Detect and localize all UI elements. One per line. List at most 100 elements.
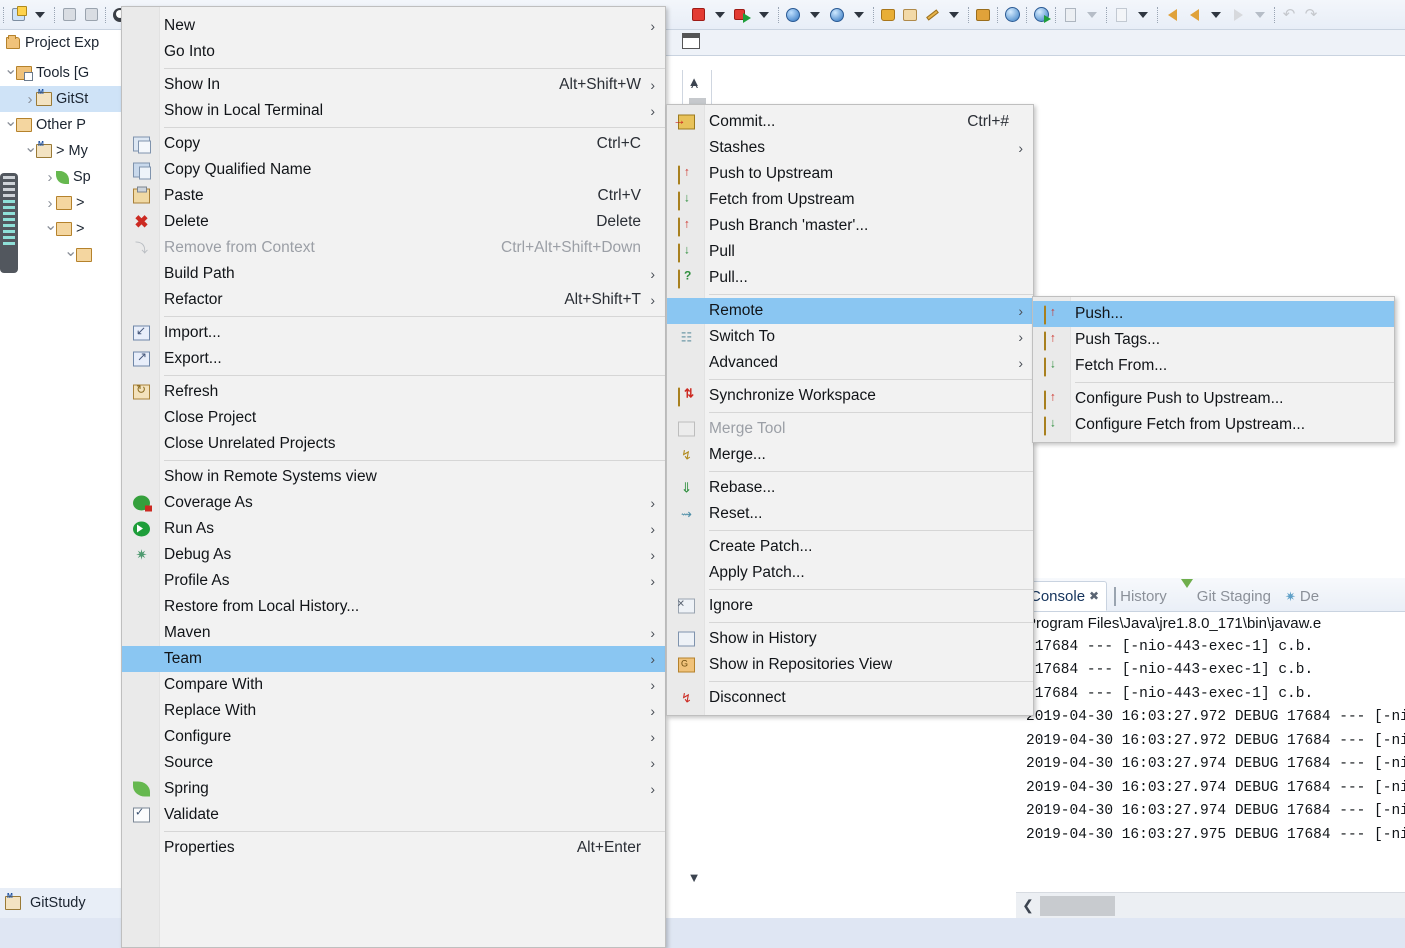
menu-item-paste[interactable]: Paste Ctrl+V xyxy=(122,183,665,209)
tree-twisty-icon[interactable] xyxy=(4,63,16,83)
tree-twisty-icon[interactable] xyxy=(44,219,56,239)
note-dropdown-caret[interactable] xyxy=(1081,4,1103,26)
menu-item-go-into[interactable]: Go Into xyxy=(122,39,665,65)
menu-item-close-project[interactable]: Close Project xyxy=(122,405,665,431)
menu-item-apply-patch[interactable]: Apply Patch... xyxy=(667,560,1033,586)
tree-item[interactable]: Tools [G xyxy=(0,60,122,86)
menu-item-source[interactable]: Source › xyxy=(122,750,665,776)
menu-item-delete[interactable]: ✖ Delete Delete xyxy=(122,209,665,235)
tree-item[interactable]: Other P xyxy=(0,112,122,138)
menu-item-show-in-history[interactable]: Show in History xyxy=(667,626,1033,652)
console-tab-de[interactable]: ✷ De xyxy=(1278,581,1326,611)
menu-item-maven[interactable]: Maven › xyxy=(122,620,665,646)
menu-item-show-in-remote-systems-view[interactable]: Show in Remote Systems view xyxy=(122,464,665,490)
menu-item-show-in-local-terminal[interactable]: Show in Local Terminal › xyxy=(122,98,665,124)
redo-icon[interactable]: ↷ xyxy=(1300,4,1322,26)
menu-item-team[interactable]: Team › xyxy=(122,646,665,672)
menu-item-copy-qualified-name[interactable]: Copy Qualified Name xyxy=(122,157,665,183)
project-explorer-tab[interactable]: Project Exp xyxy=(0,30,122,58)
console-horizontal-scrollbar[interactable]: ❮ xyxy=(1016,892,1405,918)
edit-icon[interactable] xyxy=(921,4,943,26)
tree-item[interactable]: Sp xyxy=(0,164,122,190)
scroll-left-icon[interactable]: ❮ xyxy=(1016,897,1040,914)
menu-item-commit[interactable]: Commit... Ctrl+# xyxy=(667,109,1033,135)
menu-item-fetch-from-upstream[interactable]: ↓ Fetch from Upstream xyxy=(667,187,1033,213)
menu-item-configure[interactable]: Configure › xyxy=(122,724,665,750)
tree-twisty-icon[interactable] xyxy=(4,115,16,135)
menu-item-rebase[interactable]: ⇓ Rebase... xyxy=(667,475,1033,501)
menu-item-fetch-from[interactable]: ↓ Fetch From... xyxy=(1033,353,1394,379)
tree-item[interactable]: > My xyxy=(0,138,122,164)
menu-item-disconnect[interactable]: ↯ Disconnect xyxy=(667,685,1033,711)
console-tab-history[interactable]: History xyxy=(1107,581,1174,611)
menu-item-ignore[interactable]: Ignore xyxy=(667,593,1033,619)
tree-twisty-icon[interactable] xyxy=(24,91,36,108)
forward-icon[interactable] xyxy=(1227,4,1249,26)
note-icon[interactable] xyxy=(1059,4,1081,26)
menu-item-copy[interactable]: Copy Ctrl+C xyxy=(122,131,665,157)
menu-item-synchronize-workspace[interactable]: ⇅ Synchronize Workspace xyxy=(667,383,1033,409)
run-server-icon[interactable] xyxy=(1030,4,1052,26)
menu-item-configure-fetch-from-upstream[interactable]: ↓ Configure Fetch from Upstream... xyxy=(1033,412,1394,438)
context-menu[interactable]: New › Go Into Show In Alt+Shift+W › Show in Lo… xyxy=(121,6,666,948)
forward-dropdown-caret[interactable] xyxy=(1249,4,1271,26)
run-last-dropdown-caret[interactable] xyxy=(753,4,775,26)
menu-item-push[interactable]: ↑ Push... xyxy=(1033,301,1394,327)
tree-item[interactable]: GitSt xyxy=(0,86,122,112)
save-icon[interactable] xyxy=(58,4,80,26)
project-tree[interactable]: Tools [G GitSt Other P > My Sp > > xyxy=(0,60,122,268)
menu-item-create-patch[interactable]: Create Patch... xyxy=(667,534,1033,560)
menu-item-restore-from-local-history[interactable]: Restore from Local History... xyxy=(122,594,665,620)
terminate-icon[interactable] xyxy=(687,4,709,26)
undo-icon[interactable]: ↶ xyxy=(1278,4,1300,26)
scroll-thumb[interactable] xyxy=(1040,895,1115,916)
menu-item-remote[interactable]: Remote › xyxy=(667,298,1033,324)
menu-item-close-unrelated-projects[interactable]: Close Unrelated Projects xyxy=(122,431,665,457)
menu-item-pull[interactable]: ↓ Pull xyxy=(667,239,1033,265)
open-resource-icon[interactable] xyxy=(899,4,921,26)
scroll-down-icon[interactable]: ▼ xyxy=(683,866,705,888)
tree-twisty-icon[interactable] xyxy=(44,195,56,212)
menu-item-advanced[interactable]: Advanced › xyxy=(667,350,1033,376)
menu-item-show-in-repositories-view[interactable]: Show in Repositories View xyxy=(667,652,1033,678)
menu-item-stashes[interactable]: Stashes › xyxy=(667,135,1033,161)
back-icon[interactable] xyxy=(1161,4,1183,26)
menu-item-new[interactable]: New › xyxy=(122,13,665,39)
run-last-icon[interactable] xyxy=(731,4,753,26)
team-submenu[interactable]: Commit... Ctrl+# Stashes › ↑Push to Upstream… xyxy=(666,104,1034,716)
annotation-dropdown-caret[interactable] xyxy=(1132,4,1154,26)
annotation-icon[interactable] xyxy=(1110,4,1132,26)
menu-item-spring[interactable]: Spring › xyxy=(122,776,665,802)
edit-dropdown-caret[interactable] xyxy=(943,4,965,26)
spring-dropdown-caret[interactable] xyxy=(848,4,870,26)
back-alt-icon[interactable] xyxy=(1183,4,1205,26)
tree-item[interactable]: > xyxy=(0,216,122,242)
menu-item-build-path[interactable]: Build Path › xyxy=(122,261,665,287)
close-icon[interactable]: ✖ xyxy=(1089,589,1099,603)
vertical-scrollbar-grip[interactable] xyxy=(0,173,18,273)
tree-item[interactable]: > xyxy=(0,190,122,216)
menu-item-show-in[interactable]: Show In Alt+Shift+W › xyxy=(122,72,665,98)
menu-item-push-branch-master[interactable]: ↑ Push Branch 'master'... xyxy=(667,213,1033,239)
menu-item-push-to-upstream[interactable]: ↑ Push to Upstream xyxy=(667,161,1033,187)
menu-item-coverage-as[interactable]: Coverage As › xyxy=(122,490,665,516)
maximize-icon[interactable] xyxy=(682,33,700,49)
remote-submenu[interactable]: ↑ Push... ↑ Push Tags... ↓ Fetch From... ↑ Conf… xyxy=(1032,296,1395,443)
menu-item-switch-to[interactable]: ☷ Switch To › xyxy=(667,324,1033,350)
back-dropdown-caret[interactable] xyxy=(1205,4,1227,26)
menu-item-refresh[interactable]: Refresh xyxy=(122,379,665,405)
tree-twisty-icon[interactable] xyxy=(64,245,76,265)
menu-item-export[interactable]: Export... xyxy=(122,346,665,372)
menu-item-validate[interactable]: Validate xyxy=(122,802,665,828)
console-output[interactable]: Program Files\Java\jre1.8.0_171\bin\java… xyxy=(1016,612,1405,918)
menu-item-reset[interactable]: ⇝ Reset... xyxy=(667,501,1033,527)
open-type-icon[interactable] xyxy=(877,4,899,26)
menu-item-profile-as[interactable]: Profile As › xyxy=(122,568,665,594)
tree-twisty-icon[interactable] xyxy=(44,169,56,186)
new-dropdown-caret[interactable] xyxy=(29,4,51,26)
menu-item-refactor[interactable]: Refactor Alt+Shift+T › xyxy=(122,287,665,313)
menu-item-replace-with[interactable]: Replace With › xyxy=(122,698,665,724)
web-browser-icon[interactable] xyxy=(1001,4,1023,26)
menu-item-debug-as[interactable]: ✷ Debug As › xyxy=(122,542,665,568)
new-wizard-icon[interactable] xyxy=(7,4,29,26)
